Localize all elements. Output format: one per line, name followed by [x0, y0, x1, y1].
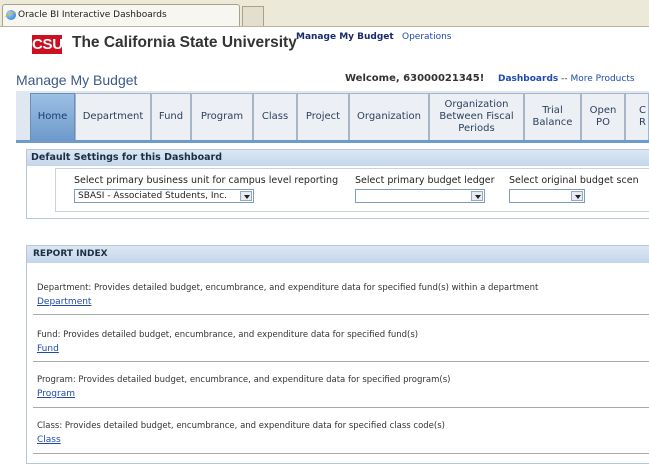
- report-divider: [33, 361, 649, 362]
- tab-trial-balance[interactable]: Trial Balance: [524, 93, 581, 140]
- business-unit-select[interactable]: SBASI - Associated Students, Inc.: [74, 189, 254, 203]
- csu-logo: CSU: [32, 35, 63, 54]
- tab-organization-between-fiscal-periods[interactable]: Organization Between Fiscal Periods: [429, 93, 524, 140]
- dashboards-link[interactable]: Dashboards: [498, 74, 558, 84]
- tab-fund[interactable]: Fund: [151, 93, 191, 140]
- dashboard-title: Manage My Budget: [16, 72, 138, 88]
- tab-program[interactable]: Program: [191, 93, 253, 140]
- chevron-down-icon[interactable]: [471, 191, 483, 201]
- report-link-program[interactable]: Program: [37, 389, 75, 399]
- university-name: The California State University: [72, 34, 297, 51]
- report-description-class: Class: Provides detailed budget, encumbr…: [37, 421, 445, 431]
- scenario-select[interactable]: [509, 189, 585, 203]
- tabs-underline: [16, 140, 649, 143]
- report-link-department[interactable]: Department: [37, 297, 91, 307]
- browser-tab-title: Oracle BI Interactive Dashboards: [18, 10, 167, 20]
- new-tab-button[interactable]: [242, 6, 264, 26]
- tab-open-po[interactable]: Open PO: [581, 93, 625, 140]
- report-divider: [33, 453, 649, 454]
- ledger-select[interactable]: [355, 189, 485, 203]
- report-index-heading: REPORT INDEX: [27, 246, 649, 263]
- dashboard-links: Dashboards -- More Products: [498, 74, 635, 84]
- tab-organization[interactable]: Organization: [349, 93, 429, 140]
- report-divider: [33, 314, 649, 315]
- tab-home[interactable]: Home: [30, 93, 75, 140]
- report-link-class[interactable]: Class: [37, 435, 61, 445]
- report-description-program: Program: Provides detailed budget, encum…: [37, 375, 451, 385]
- chevron-down-icon[interactable]: [240, 191, 252, 201]
- report-description-fund: Fund: Provides detailed budget, encumbra…: [37, 330, 419, 340]
- report-link-fund[interactable]: Fund: [37, 344, 59, 354]
- report-index-panel: [26, 245, 649, 464]
- business-unit-label: Select primary business unit for campus …: [74, 175, 339, 186]
- link-separator: --: [561, 74, 568, 84]
- welcome-text: Welcome, 63000021345!: [345, 73, 485, 84]
- browser-tab[interactable]: Oracle BI Interactive Dashboards: [2, 4, 240, 26]
- settings-heading: Default Settings for this Dashboard: [27, 150, 649, 166]
- internet-explorer-icon: [6, 10, 16, 20]
- tab-partial[interactable]: C R: [625, 93, 649, 140]
- business-unit-value: SBASI - Associated Students, Inc.: [78, 191, 228, 201]
- report-divider: [33, 407, 649, 408]
- scenario-label: Select original budget scen: [509, 175, 639, 186]
- nav-link-operations[interactable]: Operations: [402, 32, 451, 42]
- nav-link-manage-my-budget[interactable]: Manage My Budget: [296, 32, 394, 42]
- report-description-department: Department: Provides detailed budget, en…: [37, 283, 539, 293]
- ledger-label: Select primary budget ledger: [355, 175, 495, 186]
- tab-project[interactable]: Project: [297, 93, 349, 140]
- chevron-down-icon[interactable]: [571, 191, 583, 201]
- more-products-link[interactable]: More Products: [571, 74, 635, 84]
- tab-department[interactable]: Department: [75, 93, 151, 140]
- tab-class[interactable]: Class: [253, 93, 297, 140]
